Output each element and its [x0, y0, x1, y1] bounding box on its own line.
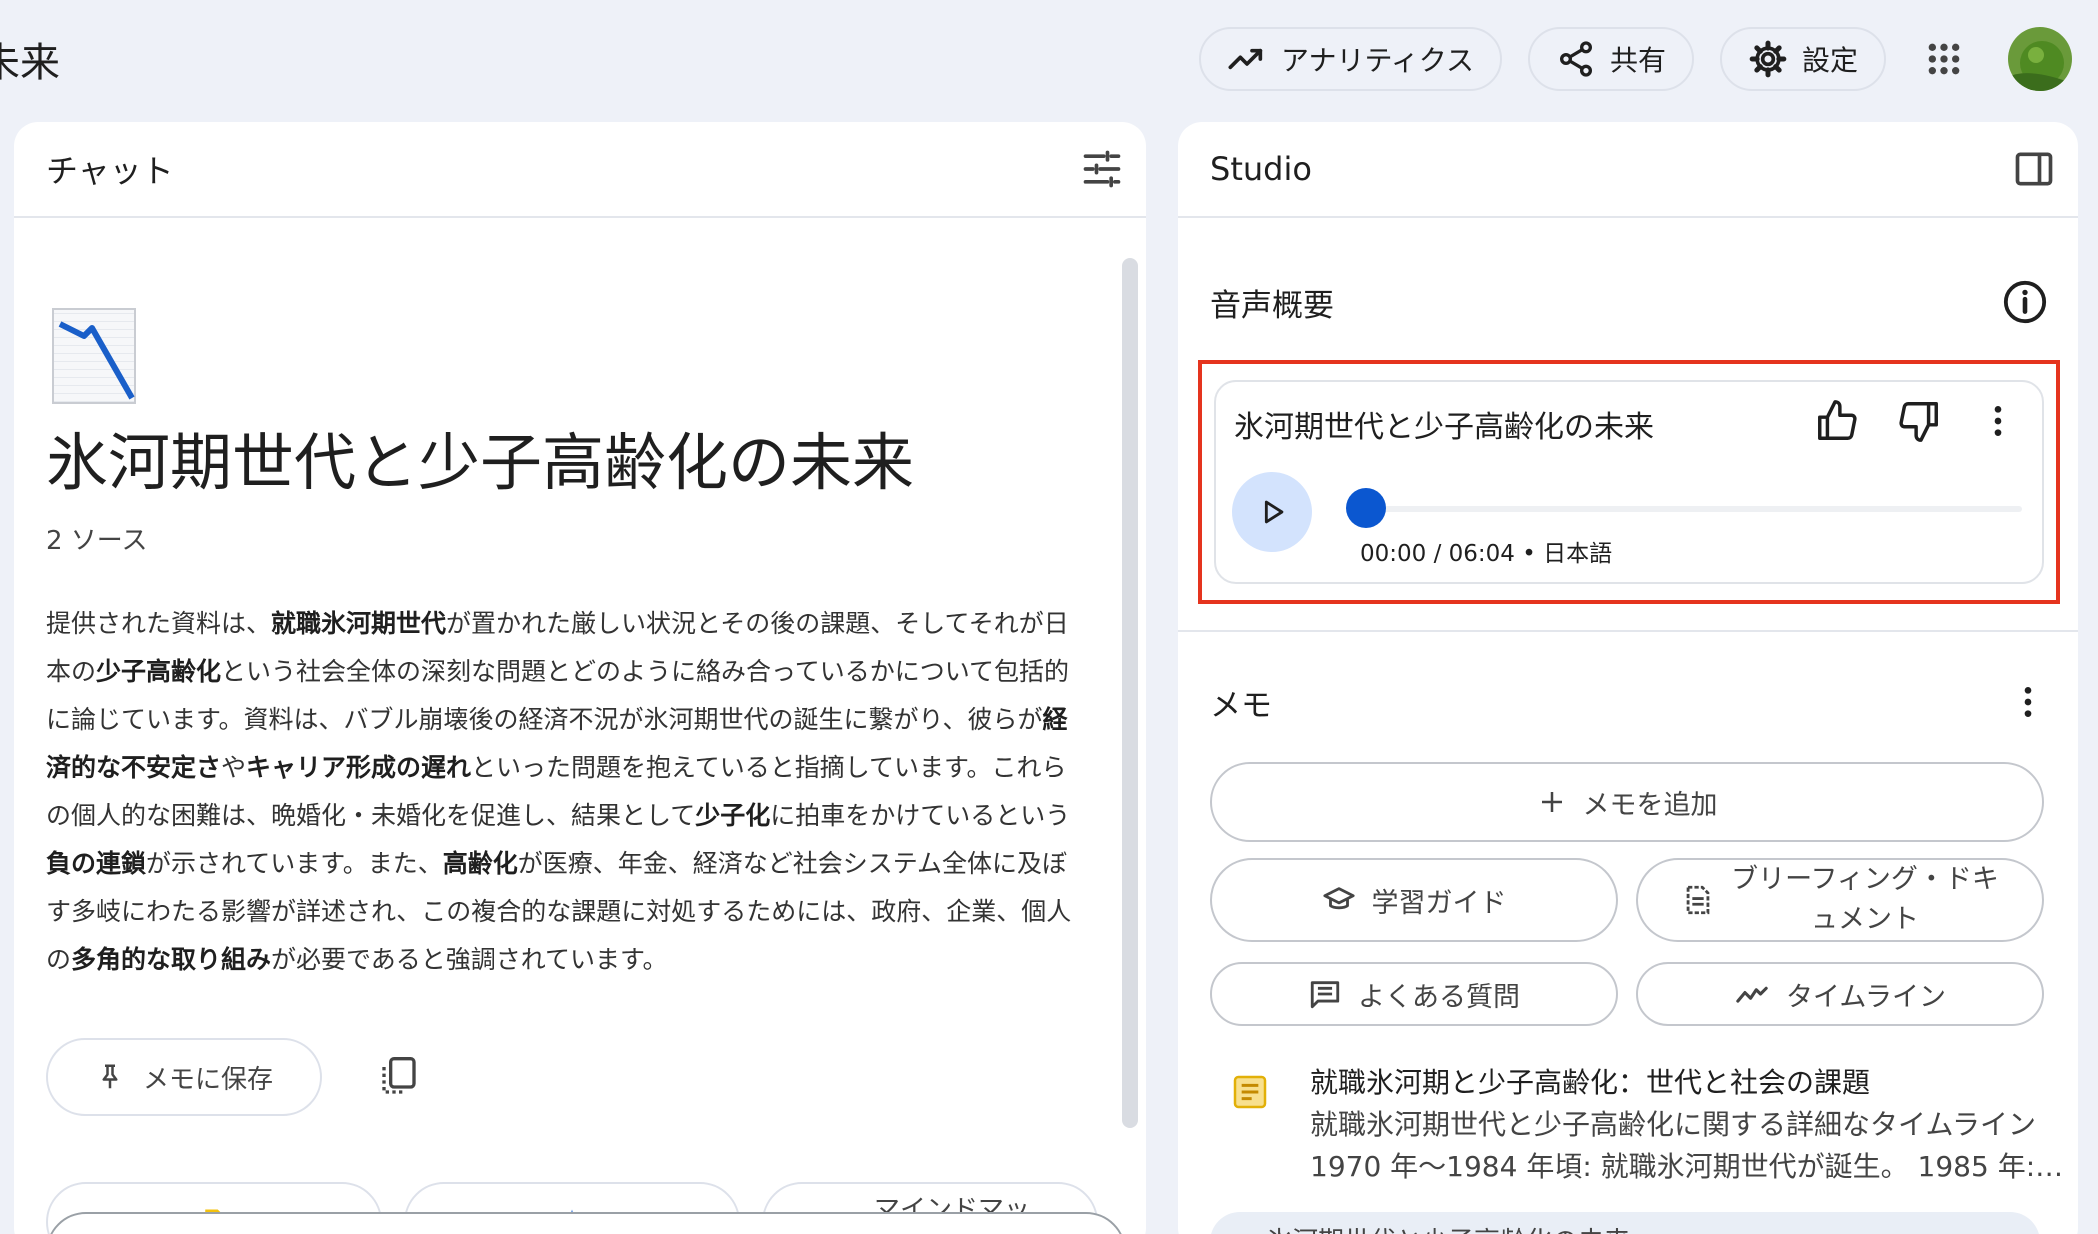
note-preview-line: 1970 年～1984 年頃: 就職氷河期世代が誕生。 1985 年: プ...: [1310, 1150, 2070, 1183]
add-memo-label: メモを追加: [1582, 789, 1718, 821]
avatar[interactable]: [2008, 27, 2072, 91]
audio-overview-header: 音声概要: [1210, 272, 2048, 332]
note-list-item[interactable]: 氷河期世代と少子高齢化の未来: [1210, 1212, 2040, 1234]
share-button[interactable]: 共有: [1527, 27, 1694, 91]
studio-panel-header: Studio: [1178, 122, 2078, 218]
summary-emphasis: 少子高齢化: [96, 657, 222, 686]
briefing-document-button[interactable]: ブリーフィング・ドキ ュメント: [1636, 858, 2044, 942]
chat-panel: チャット 氷河期世代と少子高齢化の未来 2 ソース 提供された資料は、就職氷河期…: [14, 122, 1146, 1234]
summary-emphasis: 就職氷河期世代: [271, 609, 447, 638]
plus-icon: [1541, 792, 1562, 812]
note-icon: [1233, 1075, 1267, 1109]
apps-grid-icon[interactable]: [1912, 27, 1976, 91]
share-label: 共有: [1609, 44, 1666, 77]
summary-emphasis: 多角的な取り組み: [71, 945, 272, 974]
note-title: 就職氷河期と少子高齢化：世代と社会の課題: [1310, 1066, 1871, 1099]
audio-progress-bar[interactable]: [1350, 506, 2022, 512]
copy-button[interactable]: [374, 1052, 424, 1102]
study-guide-button[interactable]: 学習ガイド: [1210, 858, 1618, 942]
memo-section-title: メモ: [1210, 687, 1272, 724]
graduation-cap-icon: [1322, 887, 1355, 910]
summary-emphasis: 負の連鎖: [46, 849, 147, 878]
copy-icon: [382, 1057, 416, 1094]
collapse-panel-icon[interactable]: [2012, 147, 2056, 191]
summary-text: 提供された資料は、: [46, 609, 272, 638]
gear-icon: [1749, 40, 1787, 78]
summary-emphasis: 少子化: [695, 801, 771, 830]
audio-title: 氷河期世代と少子高齢化の未来: [1234, 410, 1654, 445]
studio-panel-title: Studio: [1210, 150, 1312, 188]
summary-text: に拍車をかけているという: [770, 801, 1071, 830]
notebook-title-header[interactable]: 未来: [0, 30, 60, 88]
play-icon: [1264, 500, 1284, 524]
faq-button[interactable]: よくある質問: [1210, 962, 1618, 1026]
summary-emphasis: キャリア形成の遅れ: [246, 753, 472, 782]
info-icon[interactable]: [2002, 279, 2048, 325]
notebook-summary: 提供された資料は、就職氷河期世代が置かれた厳しい状況とその後の課題、そしてそれが…: [46, 600, 1086, 984]
thumbs-down-icon[interactable]: [1896, 398, 1942, 444]
top-actions: アナリティクス 共有 設定: [1199, 26, 2072, 92]
note-text: 就職氷河期と少子高齢化：世代と社会の課題 就職氷河期世代と少子高齢化に関する詳細…: [1310, 1062, 2070, 1188]
analytics-button[interactable]: アナリティクス: [1199, 27, 1502, 91]
audio-overview-card: 氷河期世代と少子高齢化の未来 00:00 / 06:04 • 日本語: [1214, 380, 2044, 584]
play-button[interactable]: [1232, 472, 1312, 552]
chat-input[interactable]: [46, 1212, 1126, 1234]
save-to-memo-button[interactable]: メモに保存: [46, 1038, 322, 1116]
audio-progress-knob[interactable]: [1346, 488, 1386, 528]
briefing-document-label: ブリーフィング・ドキ ュメント: [1731, 864, 1999, 935]
settings-label: 設定: [1801, 44, 1858, 77]
tune-icon[interactable]: [1080, 147, 1124, 191]
audio-time: 00:00 / 06:04 • 日本語: [1360, 541, 1613, 567]
timeline-icon: [1736, 986, 1768, 1003]
thumbs-up-icon[interactable]: [1814, 398, 1860, 444]
settings-button[interactable]: 設定: [1719, 27, 1886, 91]
memo-section-header: メモ: [1210, 652, 2048, 752]
analytics-label: アナリティクス: [1281, 44, 1474, 77]
note-preview-line: 就職氷河期世代と少子高齢化に関する詳細なタイムライン: [1310, 1108, 2037, 1141]
timeline-button[interactable]: タイムライン: [1636, 962, 2044, 1026]
pin-icon: [102, 1064, 118, 1089]
save-to-memo-label: メモに保存: [142, 1064, 273, 1095]
chat-panel-title: チャット: [46, 152, 174, 190]
chat-panel-header: チャット: [14, 122, 1146, 218]
summary-text: が示されています。また、: [146, 849, 443, 878]
faq-label: よくある質問: [1358, 981, 1520, 1013]
notebook-title: 氷河期世代と少子高齢化の未来: [46, 426, 915, 499]
summary-emphasis: 高齢化: [442, 849, 518, 878]
more-vert-icon[interactable]: [2008, 679, 2048, 725]
chat-scrollbar[interactable]: [1122, 258, 1138, 1128]
audio-actions: [1814, 398, 2018, 444]
chart-decreasing-icon: [52, 308, 136, 404]
studio-panel: Studio 音声概要 氷河期世代と少子高齢化の未来 00:00 / 06:04…: [1178, 122, 2078, 1234]
source-count: 2 ソース: [46, 526, 148, 556]
timeline-label: タイムライン: [1785, 981, 1947, 1013]
document-list-icon: [1686, 885, 1710, 915]
chat-list-icon: [1310, 981, 1340, 1009]
summary-text: や: [221, 753, 247, 782]
study-guide-label: 学習ガイド: [1371, 887, 1507, 919]
summary-text: が必要であると強調されています。: [271, 945, 668, 974]
add-memo-button[interactable]: メモを追加: [1210, 762, 2044, 842]
trending-up-icon: [1228, 48, 1263, 70]
more-vert-icon[interactable]: [1978, 398, 2018, 444]
share-icon: [1559, 41, 1592, 77]
audio-overview-title: 音声概要: [1210, 287, 1334, 324]
section-divider: [1178, 630, 2078, 632]
